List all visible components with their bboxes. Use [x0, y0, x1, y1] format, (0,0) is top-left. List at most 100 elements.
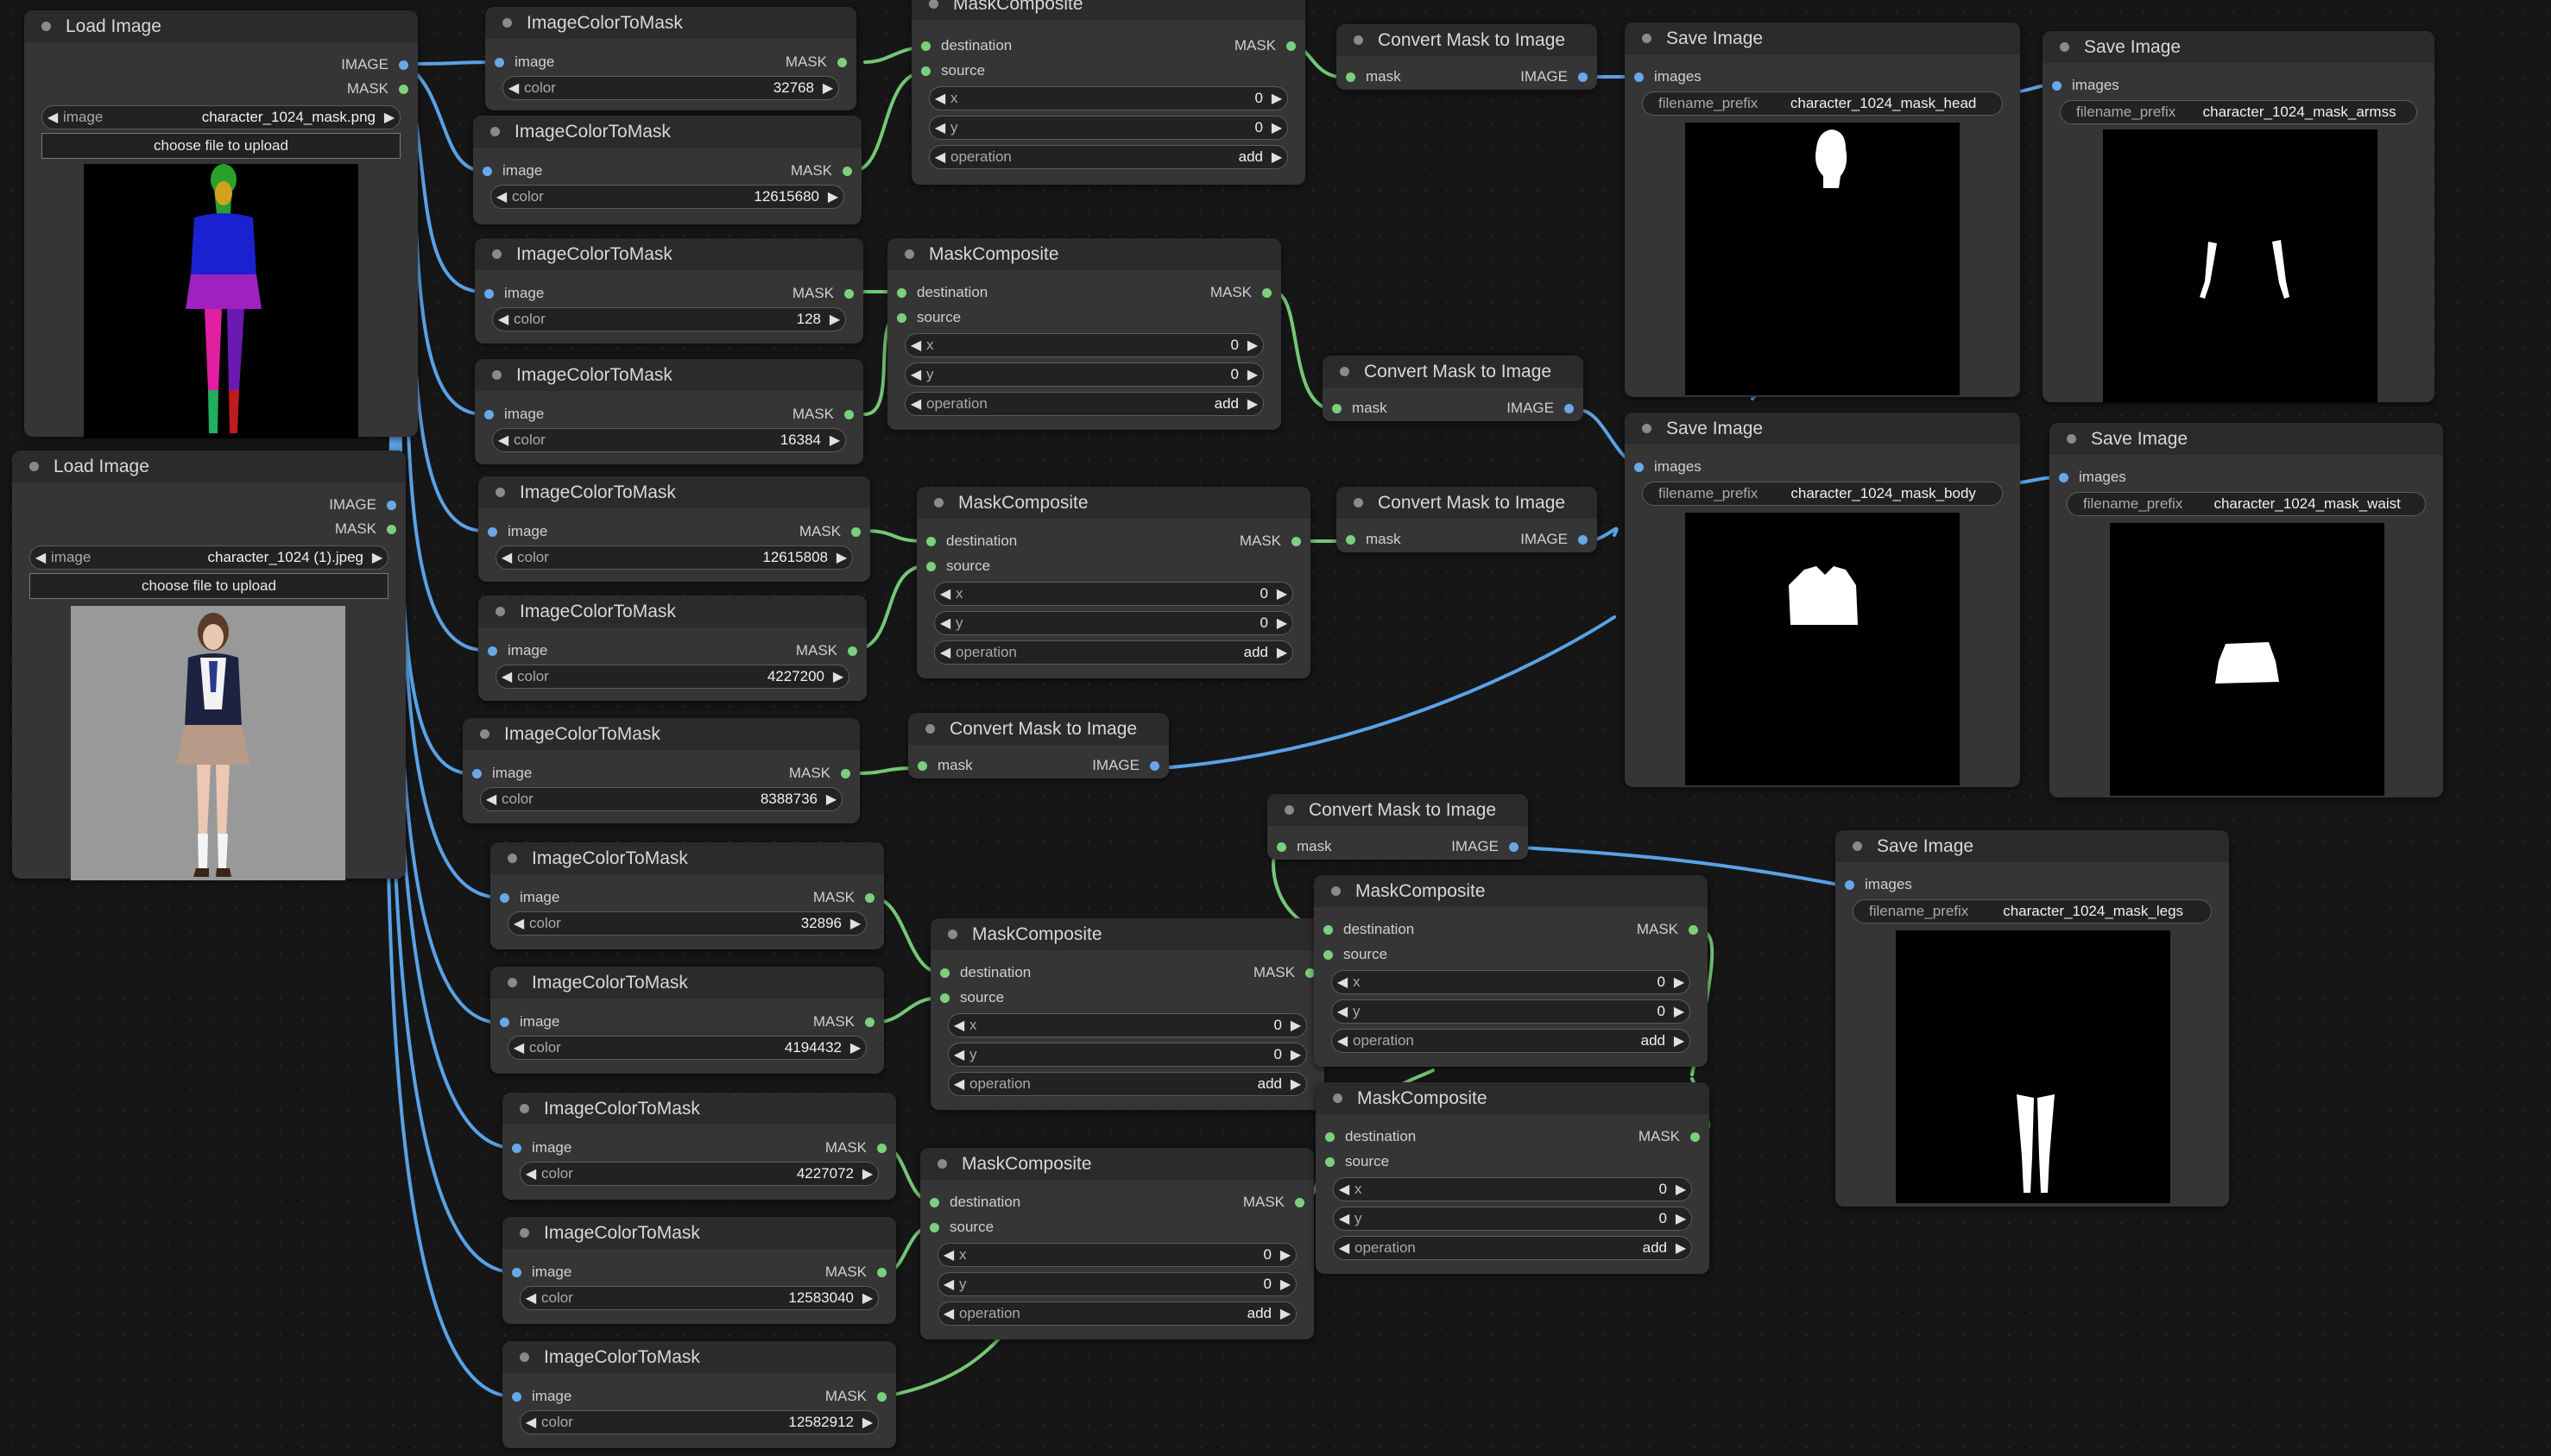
right-arrow-icon[interactable]: ▶ — [1242, 366, 1263, 383]
input-slot-image[interactable] — [512, 1143, 521, 1153]
input-slot-image[interactable] — [484, 409, 494, 419]
node-title-bar[interactable]: ImageColorToMask — [475, 359, 863, 391]
collapse-dot-icon[interactable] — [1354, 35, 1363, 45]
right-arrow-icon[interactable]: ▶ — [1272, 615, 1292, 632]
output-slot-mask[interactable] — [851, 526, 861, 537]
collapse-dot-icon[interactable] — [1354, 498, 1363, 507]
input-slot-source[interactable] — [921, 66, 931, 76]
left-arrow-icon[interactable]: ◀ — [521, 1289, 541, 1307]
right-arrow-icon[interactable]: ▶ — [821, 791, 842, 808]
color-number-widget[interactable]: ◀ color 128 ▶ — [492, 307, 846, 331]
output-slot-mask[interactable] — [841, 768, 850, 778]
input-slot-images[interactable] — [2059, 472, 2068, 482]
node-title-bar[interactable]: MaskComposite — [1316, 1082, 1709, 1114]
mask-composite-node[interactable]: MaskComposite destination MASK source ◀ x 0… — [1314, 875, 1708, 1067]
node-title-bar[interactable]: ImageColorToMask — [463, 718, 860, 750]
image-color-to-mask-node[interactable]: ImageColorToMask image MASK ◀ color 128 ▶ — [475, 238, 863, 344]
collapse-dot-icon[interactable] — [1331, 886, 1341, 896]
output-slot-mask[interactable] — [848, 646, 857, 656]
output-slot-mask[interactable] — [1689, 924, 1698, 935]
left-arrow-icon[interactable]: ◀ — [496, 668, 517, 685]
left-arrow-icon[interactable]: ◀ — [521, 1165, 541, 1182]
color-number-widget[interactable]: ◀ color 12583040 ▶ — [520, 1286, 879, 1310]
right-arrow-icon[interactable]: ▶ — [1670, 1181, 1691, 1198]
mask-composite-node[interactable]: MaskComposite destination MASK source ◀ x 0… — [1316, 1082, 1709, 1274]
output-slot-mask[interactable] — [387, 524, 396, 534]
output-slot-image[interactable] — [1564, 403, 1574, 413]
left-arrow-icon[interactable]: ◀ — [508, 915, 529, 932]
save-image-node-arms[interactable]: Save Image images filename_prefix charact… — [2043, 31, 2434, 402]
color-number-widget[interactable]: ◀ color 12582912 ▶ — [520, 1410, 879, 1434]
collapse-dot-icon[interactable] — [1340, 367, 1349, 376]
image-combo-widget[interactable]: ◀ image character_1024 (1).jpeg ▶ — [29, 545, 388, 570]
right-arrow-icon[interactable]: ▶ — [845, 915, 866, 932]
convert-mask-to-image-node[interactable]: Convert Mask to Image mask IMAGE — [1336, 24, 1597, 90]
x-number-widget[interactable]: ◀ x 0 ▶ — [905, 333, 1264, 357]
collapse-dot-icon[interactable] — [496, 488, 505, 497]
convert-mask-to-image-node[interactable]: Convert Mask to Image mask IMAGE — [1323, 356, 1583, 421]
collapse-dot-icon[interactable] — [948, 930, 957, 939]
input-slot-image[interactable] — [484, 288, 494, 299]
left-arrow-icon[interactable]: ◀ — [949, 1046, 969, 1063]
node-title-bar[interactable]: Save Image — [2049, 423, 2443, 455]
collapse-dot-icon[interactable] — [934, 498, 944, 507]
right-arrow-icon[interactable]: ▶ — [379, 109, 400, 126]
left-arrow-icon[interactable]: ◀ — [906, 395, 926, 413]
node-title-bar[interactable]: Save Image — [1625, 413, 2020, 444]
right-arrow-icon[interactable]: ▶ — [857, 1165, 878, 1182]
left-arrow-icon[interactable]: ◀ — [906, 366, 926, 383]
node-title-bar[interactable]: Convert Mask to Image — [1336, 24, 1597, 56]
output-slot-image[interactable] — [1509, 841, 1519, 852]
mask-composite-node[interactable]: MaskComposite destination MASK source ◀ x 0… — [931, 918, 1324, 1110]
input-slot-mask[interactable] — [1277, 841, 1286, 852]
convert-mask-to-image-node[interactable]: Convert Mask to Image mask IMAGE — [1336, 487, 1597, 552]
output-slot-mask[interactable] — [843, 166, 852, 176]
left-arrow-icon[interactable]: ◀ — [1334, 1181, 1354, 1198]
filename-prefix-field[interactable]: filename_prefix character_1024_mask_legs — [1853, 899, 2212, 923]
right-arrow-icon[interactable]: ▶ — [367, 549, 388, 566]
y-number-widget[interactable]: ◀ y 0 ▶ — [1331, 999, 1690, 1024]
node-title-bar[interactable]: Load Image — [24, 10, 418, 42]
output-slot-mask[interactable] — [1295, 1197, 1304, 1207]
right-arrow-icon[interactable]: ▶ — [1266, 119, 1287, 136]
image-color-to-mask-node[interactable]: ImageColorToMask image MASK ◀ color 4227200… — [478, 596, 867, 701]
left-arrow-icon[interactable]: ◀ — [935, 644, 956, 661]
left-arrow-icon[interactable]: ◀ — [949, 1075, 969, 1093]
x-number-widget[interactable]: ◀ x 0 ▶ — [948, 1013, 1307, 1037]
right-arrow-icon[interactable]: ▶ — [857, 1414, 878, 1431]
input-slot-images[interactable] — [1634, 462, 1644, 472]
left-arrow-icon[interactable]: ◀ — [935, 585, 956, 602]
left-arrow-icon[interactable]: ◀ — [938, 1305, 959, 1322]
node-title-bar[interactable]: ImageColorToMask — [473, 116, 862, 148]
mask-composite-node[interactable]: MaskComposite destination MASK source ◀ x 0… — [917, 487, 1310, 678]
load-image-node-mask[interactable]: Load Image IMAGE MASK ◀ image character_… — [24, 10, 418, 438]
color-number-widget[interactable]: ◀ color 32768 ▶ — [502, 76, 839, 100]
right-arrow-icon[interactable]: ▶ — [823, 188, 843, 205]
input-slot-mask[interactable] — [1332, 403, 1342, 413]
mask-composite-node[interactable]: MaskComposite destination MASK source ◀ x 0… — [912, 0, 1305, 185]
node-title-bar[interactable]: ImageColorToMask — [502, 1217, 896, 1249]
collapse-dot-icon[interactable] — [1333, 1094, 1342, 1103]
left-arrow-icon[interactable]: ◀ — [938, 1276, 959, 1293]
output-slot-image[interactable] — [1578, 72, 1588, 82]
right-arrow-icon[interactable]: ▶ — [1670, 1239, 1691, 1257]
collapse-dot-icon[interactable] — [508, 978, 517, 987]
input-slot-images[interactable] — [1845, 879, 1854, 890]
right-arrow-icon[interactable]: ▶ — [845, 1039, 866, 1056]
save-image-node-legs[interactable]: Save Image images filename_prefix charact… — [1835, 830, 2229, 1207]
right-arrow-icon[interactable]: ▶ — [824, 432, 845, 449]
color-number-widget[interactable]: ◀ color 8388736 ▶ — [480, 787, 843, 811]
node-title-bar[interactable]: ImageColorToMask — [475, 238, 863, 270]
image-color-to-mask-node[interactable]: ImageColorToMask image MASK ◀ color 1258304… — [502, 1217, 896, 1324]
x-number-widget[interactable]: ◀ x 0 ▶ — [934, 582, 1293, 606]
left-arrow-icon[interactable]: ◀ — [938, 1246, 959, 1264]
image-color-to-mask-node[interactable]: ImageColorToMask image MASK ◀ color 1261580… — [478, 476, 870, 582]
operation-combo-widget[interactable]: ◀ operation add ▶ — [948, 1072, 1307, 1096]
right-arrow-icon[interactable]: ▶ — [1285, 1075, 1306, 1093]
collapse-dot-icon[interactable] — [508, 854, 517, 863]
left-arrow-icon[interactable]: ◀ — [30, 549, 51, 566]
left-arrow-icon[interactable]: ◀ — [906, 337, 926, 354]
node-title-bar[interactable]: Save Image — [1625, 22, 2020, 54]
collapse-dot-icon[interactable] — [1642, 34, 1651, 43]
input-slot-destination[interactable] — [1325, 1131, 1335, 1142]
